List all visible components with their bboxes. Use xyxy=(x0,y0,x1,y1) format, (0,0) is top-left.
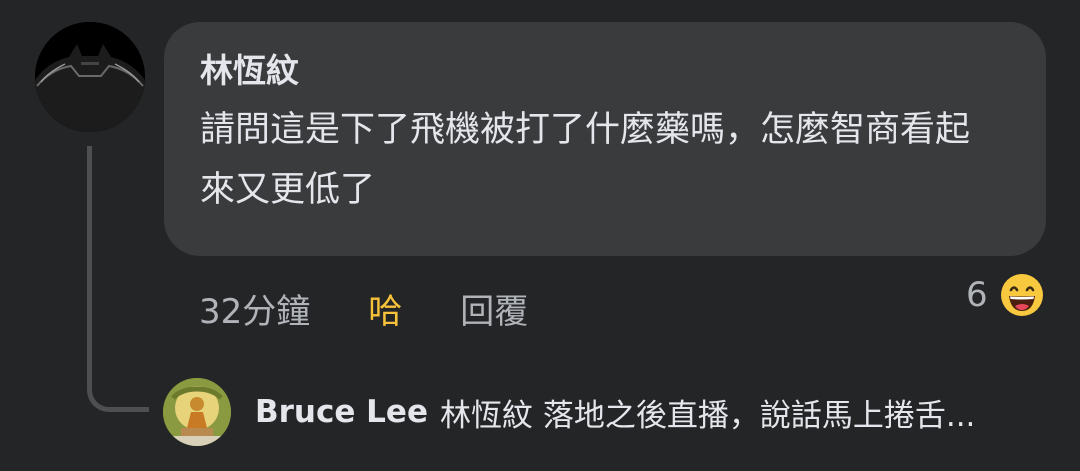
reaction-button[interactable]: 哈 xyxy=(368,284,402,333)
haha-emoji-icon xyxy=(998,272,1045,318)
reply-button[interactable]: 回覆 xyxy=(460,284,528,333)
reaction-summary[interactable]: 6 xyxy=(966,272,1046,318)
reply-preview-text: 林恆紋 落地之後直播，說話馬上捲舌... xyxy=(439,397,976,434)
reaction-count: 6 xyxy=(966,275,988,315)
commenter-avatar[interactable] xyxy=(35,22,145,132)
reply-preview[interactable]: Bruce Lee 林恆紋 落地之後直播，說話馬上捲舌... xyxy=(163,378,975,446)
statue-avatar-icon xyxy=(163,378,231,446)
comment-actions: 32分鐘 哈 回覆 xyxy=(199,280,528,336)
reply-author-avatar[interactable] xyxy=(163,378,231,446)
comment-bubble: 林恆紋 請問這是下了飛機被打了什麼藥嗎，怎麼智商看起來又更低了 xyxy=(164,22,1046,256)
reply-author-name[interactable]: Bruce Lee xyxy=(255,394,428,430)
comment-text: 請問這是下了飛機被打了什麼藥嗎，怎麼智商看起來又更低了 xyxy=(200,110,971,210)
thread-connector-line xyxy=(87,146,149,412)
comment-timestamp[interactable]: 32分鐘 xyxy=(199,284,310,333)
batman-silhouette-icon xyxy=(35,22,145,132)
comment-thread: 林恆紋 請問這是下了飛機被打了什麼藥嗎，怎麼智商看起來又更低了 32分鐘 哈 回… xyxy=(0,0,1080,471)
comment-author-name[interactable]: 林恆紋 xyxy=(200,48,1010,94)
